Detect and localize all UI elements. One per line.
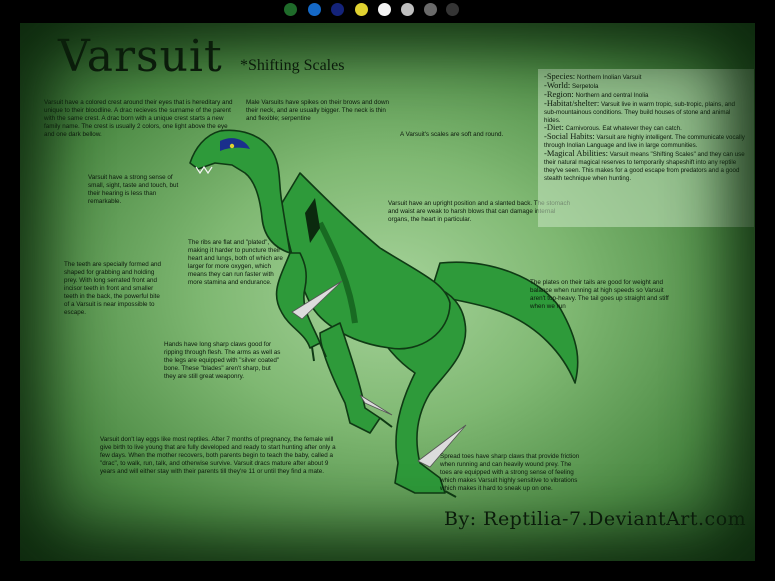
note-spikes: Male Varsuits have spikes on their brows… [246, 99, 390, 122]
note-toes: Spread toes have sharp claws that provid… [440, 453, 580, 492]
note-ribs: The ribs are flat and "plated", making i… [188, 239, 283, 286]
note-scales: A Varsuit's scales are soft and round. [400, 131, 504, 138]
note-senses: Varsuit have a strong sense of small, si… [88, 174, 179, 205]
note-hands: Hands have long sharp claws good for rip… [164, 341, 281, 380]
swatch-charcoal [446, 3, 459, 16]
swatch-dark-green [284, 3, 297, 16]
swatch-light-gray [401, 3, 414, 16]
info-row-species: -Species: Northern Inolian Varsuit [544, 71, 642, 81]
note-crest: Varsuit have a colored crest around thei… [44, 99, 233, 138]
swatch-blue [308, 3, 321, 16]
swatch-white [378, 3, 391, 16]
species-subtitle: *Shifting Scales [240, 57, 345, 74]
species-info-box: -Species: Northern Inolian Varsuit -Worl… [538, 69, 754, 227]
artist-credit: By: Reptilia-7.DeviantArt.com [444, 508, 747, 530]
note-teeth: The teeth are specially formed and shape… [64, 261, 161, 316]
note-eggs: Varsuit don't lay eggs like most reptile… [100, 436, 336, 475]
info-row-habitat: -Habitat/shelter: Varsuit live in warm t… [544, 97, 735, 124]
note-tail: The plates on their tails are good for w… [530, 279, 669, 310]
species-sheet: Varsuit *Shifting Scales Varsuit have a … [20, 23, 755, 561]
info-row-magic: -Magical Abilities: Varsuit means "Shift… [544, 148, 745, 182]
swatch-navy [331, 3, 344, 16]
swatch-dark-gray [424, 3, 437, 16]
info-row-world: -World: Serpetola [544, 79, 599, 90]
swatch-yellow [355, 3, 368, 16]
species-title: Varsuit [58, 31, 223, 82]
